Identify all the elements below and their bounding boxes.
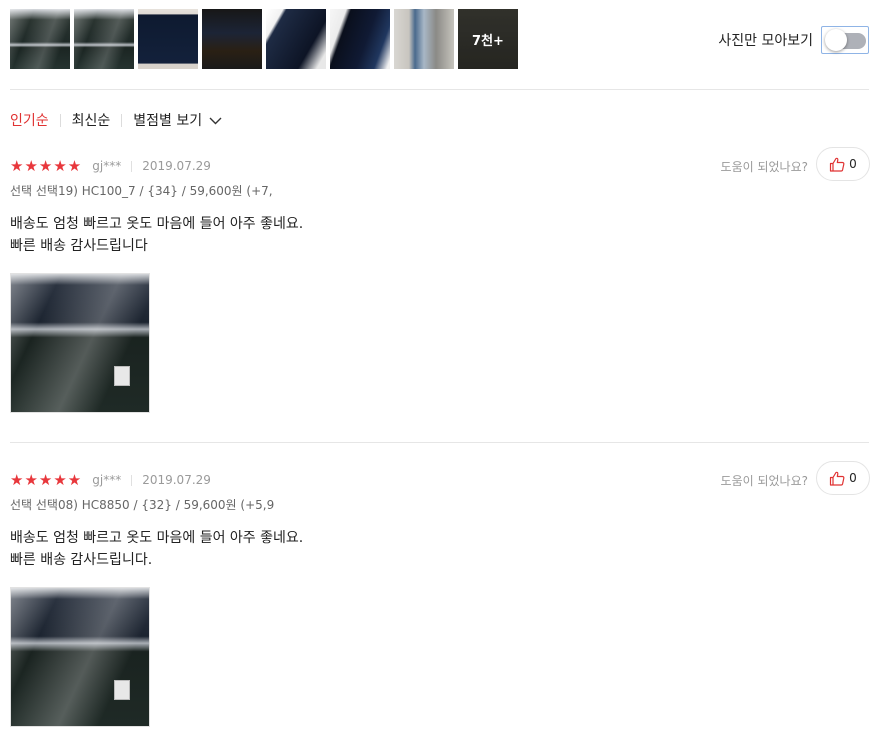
toggle-knob bbox=[825, 29, 847, 51]
review-date: 2019.07.29 bbox=[142, 473, 211, 487]
thumbnail-photo-5[interactable] bbox=[266, 9, 326, 69]
section-divider bbox=[10, 89, 869, 90]
like-count: 0 bbox=[849, 157, 857, 171]
thumbs-up-icon bbox=[830, 157, 845, 172]
sort-separator bbox=[59, 113, 61, 127]
review-item: ★★★★★ gj*** 2019.07.29 도움이 되었나요? 0 선택 선택… bbox=[10, 147, 870, 413]
photo-thumbnail-strip: 7천+ bbox=[10, 9, 518, 69]
sort-bar: 인기순 최신순 별점별 보기 bbox=[10, 110, 222, 130]
review-text-line: 배송도 엄청 빠르고 옷도 마음에 들어 아주 좋네요. bbox=[10, 530, 304, 546]
star-rating: ★★★★★ bbox=[10, 157, 83, 175]
thumbnail-image bbox=[74, 9, 134, 69]
clothing-tag bbox=[114, 366, 130, 386]
purchase-option: 선택 선택19) HC100_7 / {34} / 59,600원 (+7, bbox=[10, 184, 273, 198]
photo-only-toggle[interactable] bbox=[821, 26, 869, 54]
thumbnail-image bbox=[330, 9, 390, 69]
review-photo[interactable] bbox=[10, 587, 150, 727]
more-photos-count: 7천+ bbox=[458, 9, 518, 69]
sort-by-rating-dropdown[interactable]: 별점별 보기 bbox=[133, 110, 222, 130]
thumbnail-image bbox=[10, 9, 70, 69]
thumbnail-photo-7[interactable] bbox=[394, 9, 454, 69]
thumbs-up-icon bbox=[830, 471, 845, 486]
purchase-option: 선택 선택08) HC8850 / {32} / 59,600원 (+5,9 bbox=[10, 498, 275, 512]
sort-popular[interactable]: 인기순 bbox=[10, 110, 49, 130]
thumbnail-image bbox=[266, 9, 326, 69]
thumbnail-image bbox=[138, 9, 198, 69]
review-text: 배송도 엄청 빠르고 옷도 마음에 들어 아주 좋네요. 빠른 배송 감사드립니… bbox=[10, 527, 870, 571]
reviewer-id: gj*** bbox=[92, 159, 122, 173]
thumbnail-photo-1[interactable] bbox=[10, 9, 70, 69]
review-divider bbox=[10, 442, 869, 443]
review-text-line: 빠른 배송 감사드립니다. bbox=[10, 552, 153, 568]
review-item: ★★★★★ gj*** 2019.07.29 도움이 되었나요? 0 선택 선택… bbox=[10, 461, 870, 727]
photo-only-toggle-label: 사진만 모아보기 bbox=[718, 33, 813, 49]
review-text-line: 빠른 배송 감사드립니다 bbox=[10, 238, 148, 254]
meta-separator bbox=[131, 474, 133, 486]
thumbnail-photo-4[interactable] bbox=[202, 9, 262, 69]
thumbnail-more[interactable]: 7천+ bbox=[458, 9, 518, 69]
meta-separator bbox=[131, 160, 133, 172]
thumbnail-photo-6[interactable] bbox=[330, 9, 390, 69]
sort-latest[interactable]: 최신순 bbox=[72, 110, 111, 130]
like-button[interactable]: 0 bbox=[816, 461, 870, 495]
review-text-line: 배송도 엄청 빠르고 옷도 마음에 들어 아주 좋네요. bbox=[10, 216, 304, 232]
like-count: 0 bbox=[849, 471, 857, 485]
like-button[interactable]: 0 bbox=[816, 147, 870, 181]
sort-by-rating-label: 별점별 보기 bbox=[133, 113, 203, 129]
thumbnail-image bbox=[202, 9, 262, 69]
helpful-question: 도움이 되었나요? bbox=[720, 160, 808, 174]
helpful-question: 도움이 되었나요? bbox=[720, 474, 808, 488]
chevron-down-icon bbox=[209, 117, 222, 125]
sort-separator bbox=[121, 113, 123, 127]
reviewer-id: gj*** bbox=[92, 473, 122, 487]
thumbnail-image bbox=[394, 9, 454, 69]
review-date: 2019.07.29 bbox=[142, 159, 211, 173]
review-text: 배송도 엄청 빠르고 옷도 마음에 들어 아주 좋네요. 빠른 배송 감사드립니… bbox=[10, 213, 870, 257]
review-photo[interactable] bbox=[10, 273, 150, 413]
thumbnail-photo-2[interactable] bbox=[74, 9, 134, 69]
thumbnail-photo-3[interactable] bbox=[138, 9, 198, 69]
star-rating: ★★★★★ bbox=[10, 471, 83, 489]
clothing-tag bbox=[114, 680, 130, 700]
